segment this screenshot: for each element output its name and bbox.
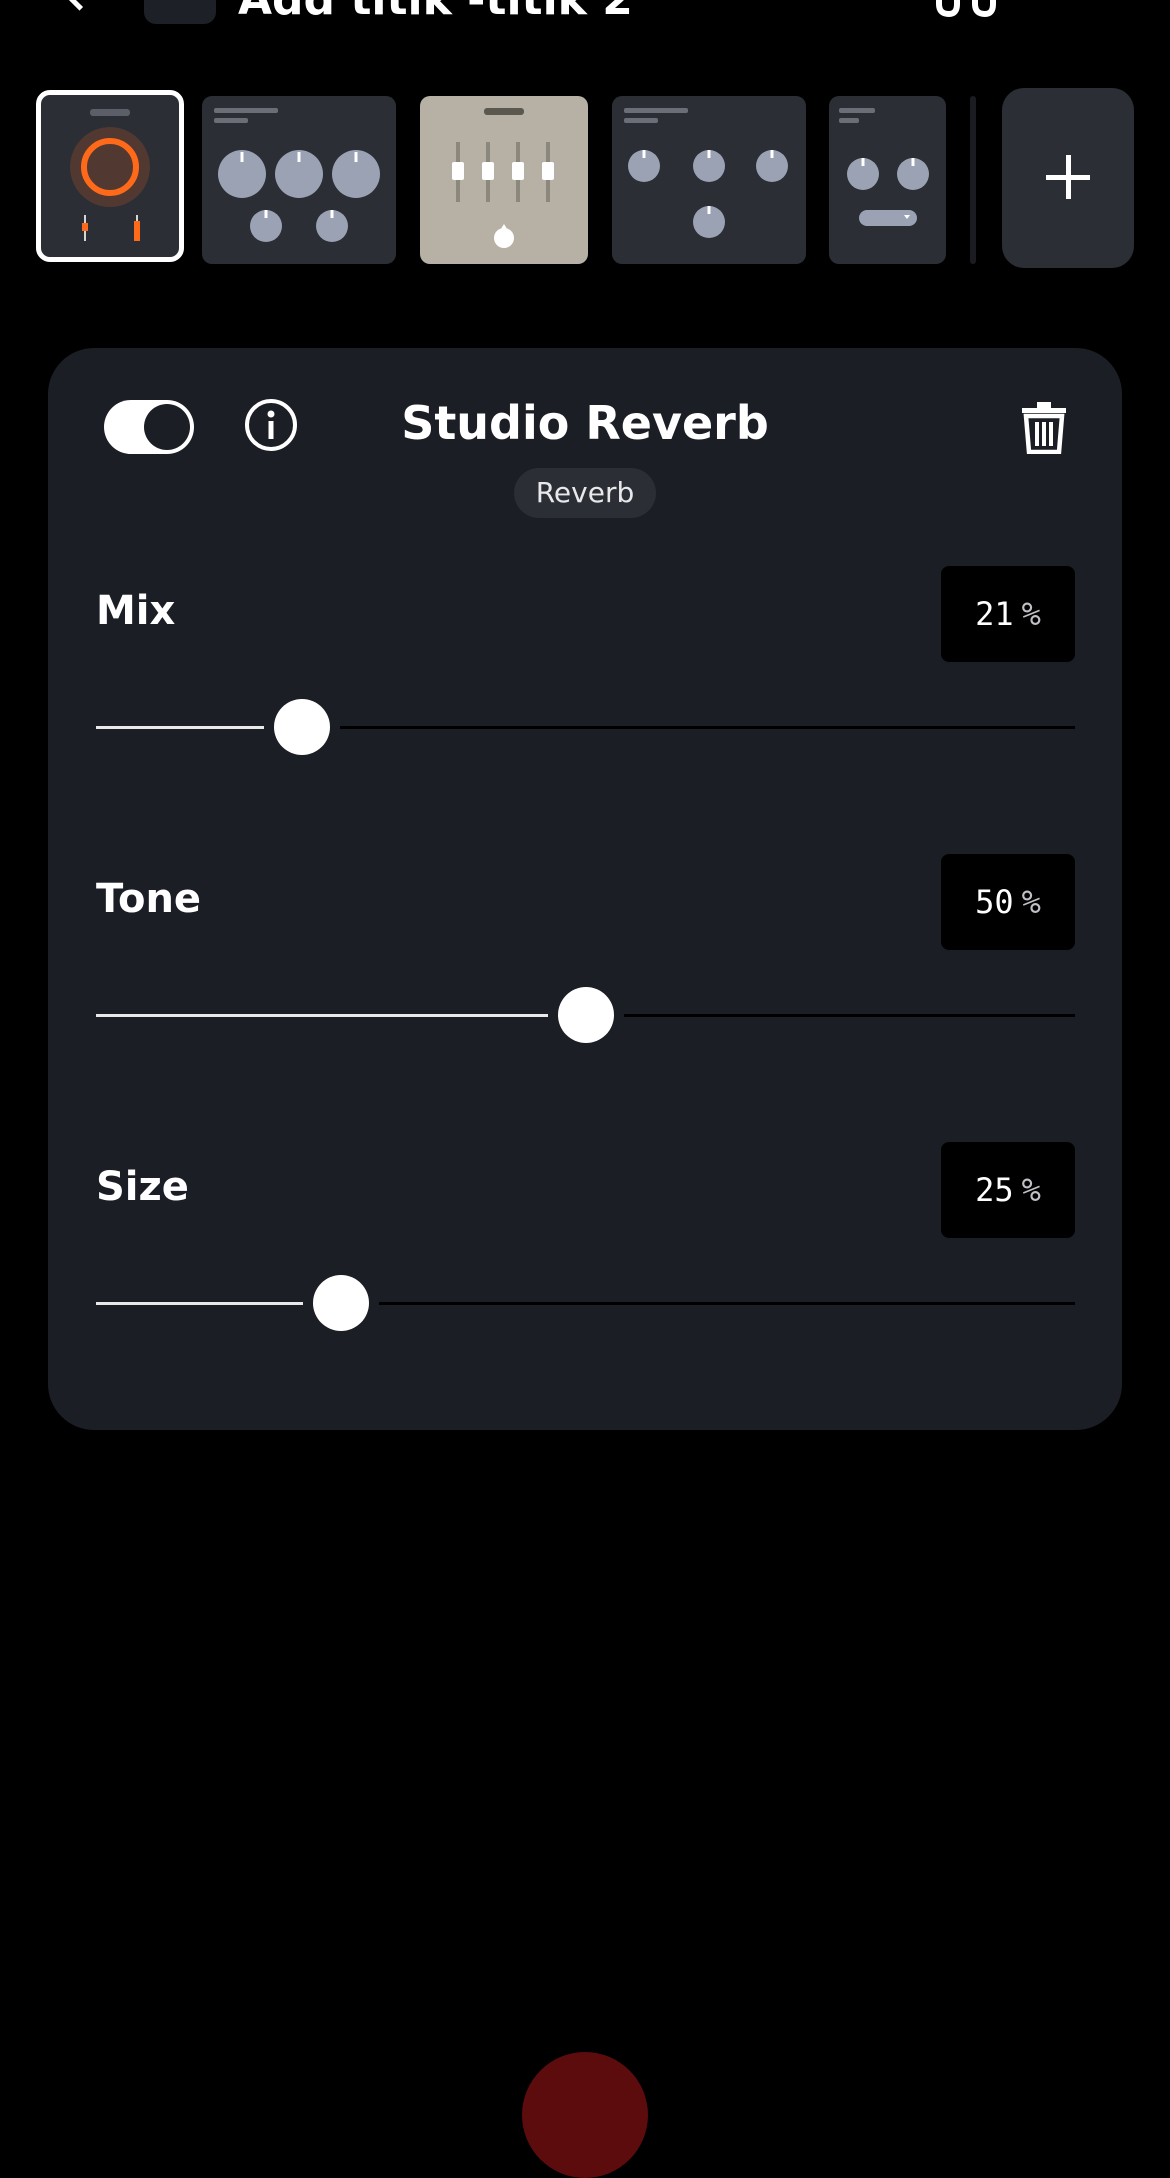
value-input-mix[interactable]: 21%	[941, 566, 1075, 662]
effect-thumb-knobs-4[interactable]	[612, 96, 806, 264]
effect-thumb-knobs-5[interactable]	[202, 96, 396, 264]
param-size: Size 25%	[48, 1142, 1122, 1342]
knobs4-preset-graphic	[624, 108, 788, 238]
faders-preset-graphic	[452, 108, 554, 248]
effect-thumb-faders[interactable]	[420, 96, 588, 264]
slider-fill	[96, 726, 264, 729]
effects-strip	[0, 88, 1170, 270]
strip-overflow-edge	[970, 96, 976, 264]
knobs-preset-graphic	[214, 108, 380, 242]
value-unit: %	[1021, 1171, 1041, 1209]
value-unit: %	[1021, 883, 1041, 921]
param-label: Size	[96, 1164, 189, 1210]
effect-thumb-orb[interactable]	[36, 90, 184, 262]
slider-track-mix[interactable]	[96, 699, 1075, 755]
value-input-size[interactable]: 25%	[941, 1142, 1075, 1238]
value-number: 50	[975, 883, 1014, 921]
record-button[interactable]	[522, 2052, 648, 2178]
param-label: Mix	[96, 588, 176, 634]
effect-type-chip: Reverb	[514, 468, 656, 518]
trash-icon[interactable]	[1020, 400, 1068, 454]
value-number: 21	[975, 595, 1014, 633]
slider-thumb[interactable]	[273, 699, 330, 755]
slider-track-size[interactable]	[96, 1275, 1075, 1331]
add-effect-button[interactable]	[1002, 88, 1134, 268]
param-mix: Mix 21%	[48, 566, 1122, 766]
slider-track-tone[interactable]	[96, 987, 1075, 1043]
param-label: Tone	[96, 876, 202, 922]
value-input-tone[interactable]: 50%	[941, 854, 1075, 950]
value-number: 25	[975, 1171, 1014, 1209]
slider-thumb[interactable]	[312, 1275, 369, 1331]
orb-preset-graphic	[70, 109, 150, 241]
headphones-icon[interactable]	[935, 0, 997, 18]
effect-card: Studio Reverb Reverb Mix 21% Tone 50% Si…	[48, 348, 1122, 1430]
pedalboard-thumbnail	[144, 0, 216, 24]
slider-thumb[interactable]	[557, 987, 614, 1043]
value-unit: %	[1021, 595, 1041, 633]
dropdown-preset-graphic	[839, 108, 929, 226]
preset-title: Add titik -titik 2	[238, 0, 633, 25]
param-tone: Tone 50%	[48, 854, 1122, 1054]
effect-title: Studio Reverb	[401, 396, 769, 450]
back-arrow-icon[interactable]	[60, 0, 99, 11]
top-bar: Add titik -titik 2	[0, 0, 1170, 25]
effect-thumb-knobs-dropdown[interactable]	[829, 96, 946, 264]
slider-fill	[96, 1014, 548, 1017]
slider-fill	[96, 1302, 303, 1305]
